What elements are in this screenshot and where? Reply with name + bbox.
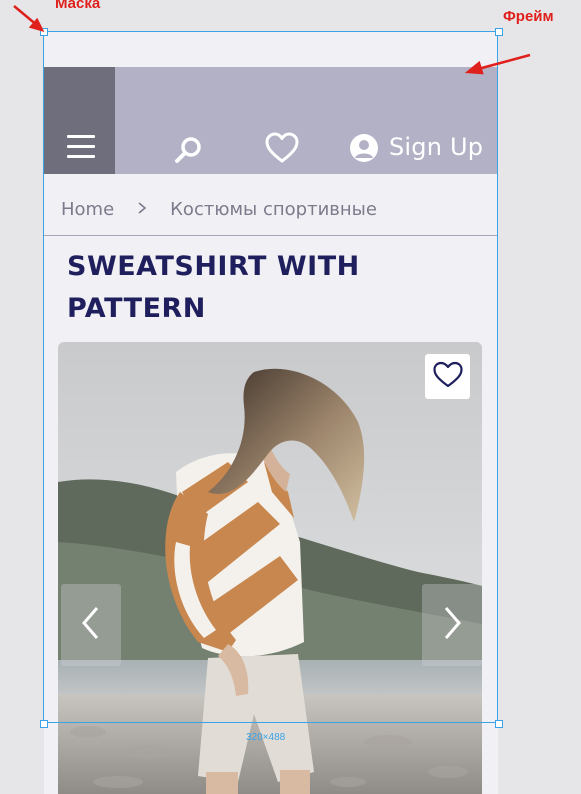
frame-selection-outline <box>43 31 498 723</box>
frame-annotation-label: Фрейм <box>503 8 554 25</box>
selection-handle-top-left[interactable] <box>40 28 48 36</box>
mask-arrow-icon <box>13 5 45 32</box>
frame-size-badge: 320×488 <box>246 732 286 743</box>
selection-handle-bottom-left[interactable] <box>40 720 48 728</box>
selection-handle-top-right[interactable] <box>495 28 503 36</box>
selection-handle-bottom-right[interactable] <box>495 720 503 728</box>
mask-annotation-label: Маска <box>55 0 101 12</box>
